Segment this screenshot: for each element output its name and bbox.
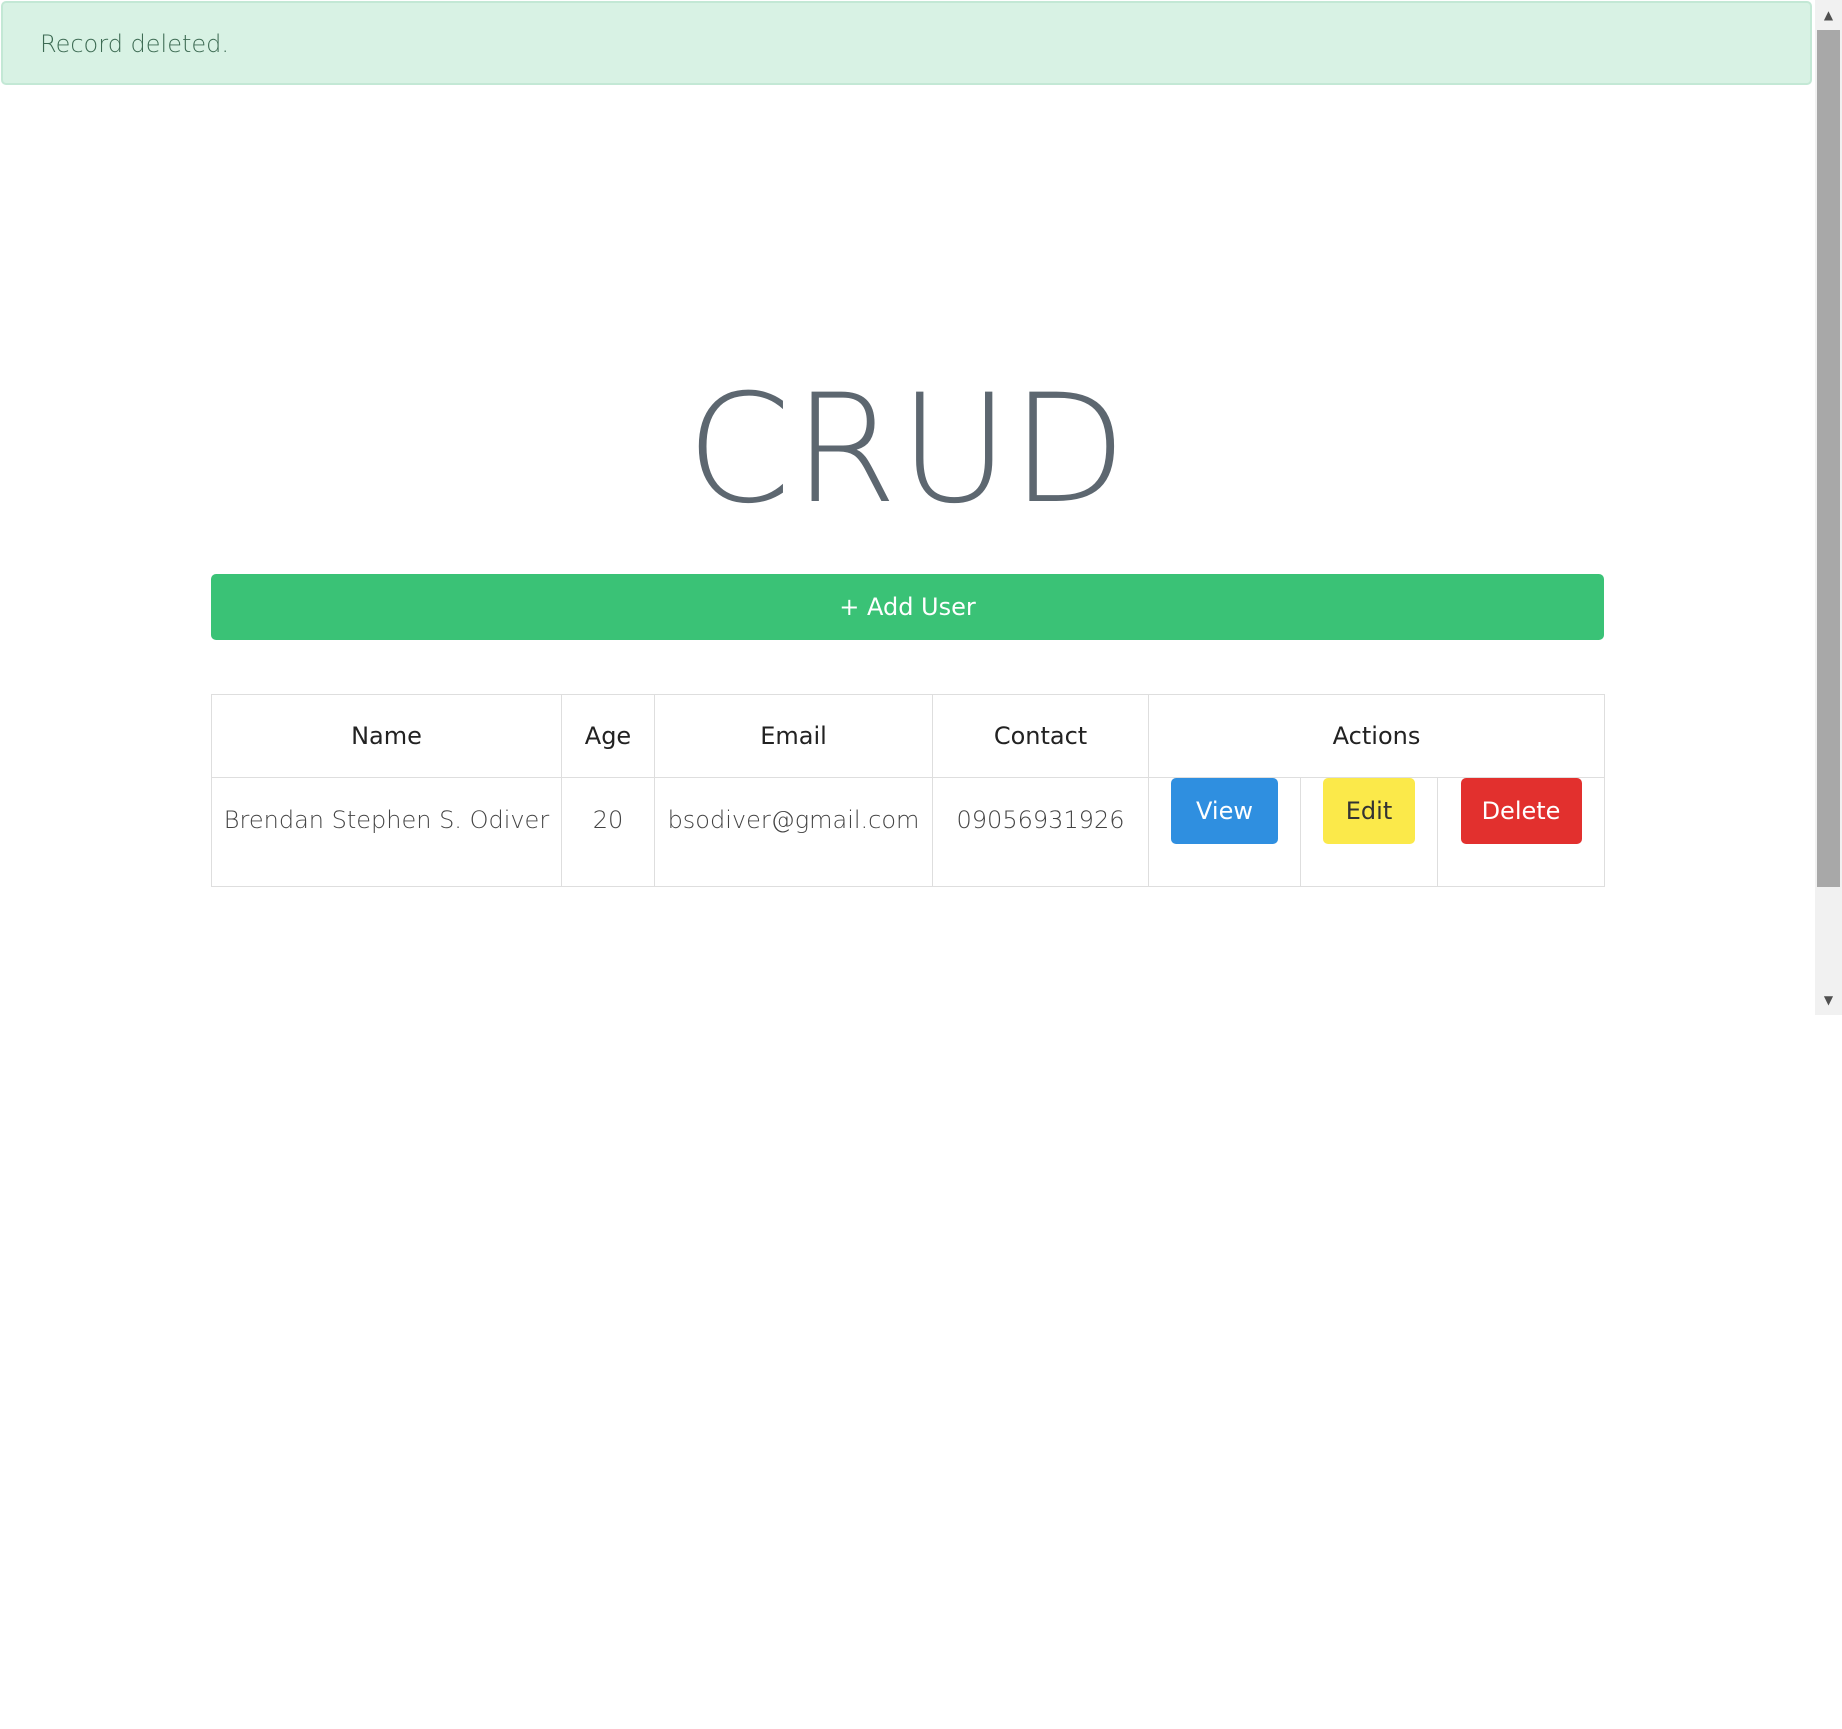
user-name: Brendan Stephen S. Odiver	[223, 806, 550, 834]
column-header-contact: Contact	[932, 694, 1149, 778]
users-table: Name Age Email Contact Actions Brendan S…	[211, 694, 1606, 887]
table-header-row: Name Age Email Contact Actions	[211, 694, 1606, 778]
page-title: CRUD	[686, 363, 1129, 537]
page-content: Record deleted. CRUD + Add User Name Age…	[0, 0, 1815, 1015]
user-contact: 09056931926	[956, 806, 1125, 834]
column-header-actions: Actions	[1147, 694, 1606, 778]
scroll-up-arrow-icon[interactable]: ▲	[1815, 0, 1842, 30]
column-header-email: Email	[654, 694, 933, 778]
cell-email: bsodiver@gmail.com	[654, 777, 933, 887]
view-button[interactable]: View	[1171, 778, 1278, 844]
cell-name: Brendan Stephen S. Odiver	[211, 777, 562, 887]
delete-button[interactable]: Delete	[1460, 778, 1582, 844]
table-row: Brendan Stephen S. Odiver 20 bsodiver@gm…	[211, 777, 1606, 887]
column-header-age: Age	[561, 694, 655, 778]
user-email: bsodiver@gmail.com	[667, 806, 920, 834]
scrollbar-thumb[interactable]	[1817, 30, 1840, 887]
edit-button[interactable]: Edit	[1323, 778, 1415, 844]
cell-view: View	[1148, 777, 1301, 887]
cell-contact: 09056931926	[932, 777, 1149, 887]
cell-age: 20	[561, 777, 655, 887]
user-age: 20	[592, 806, 624, 834]
column-header-name: Name	[211, 694, 562, 778]
browser-viewport: Record deleted. CRUD + Add User Name Age…	[0, 0, 1842, 1015]
vertical-scrollbar[interactable]: ▲ ▼	[1815, 0, 1842, 1015]
add-user-button[interactable]: + Add User	[211, 574, 1604, 640]
cell-delete: Delete	[1436, 777, 1606, 887]
scroll-down-arrow-icon[interactable]: ▼	[1815, 985, 1842, 1015]
success-alert: Record deleted.	[1, 1, 1812, 85]
cell-edit: Edit	[1300, 777, 1438, 887]
alert-message: Record deleted.	[40, 30, 230, 58]
